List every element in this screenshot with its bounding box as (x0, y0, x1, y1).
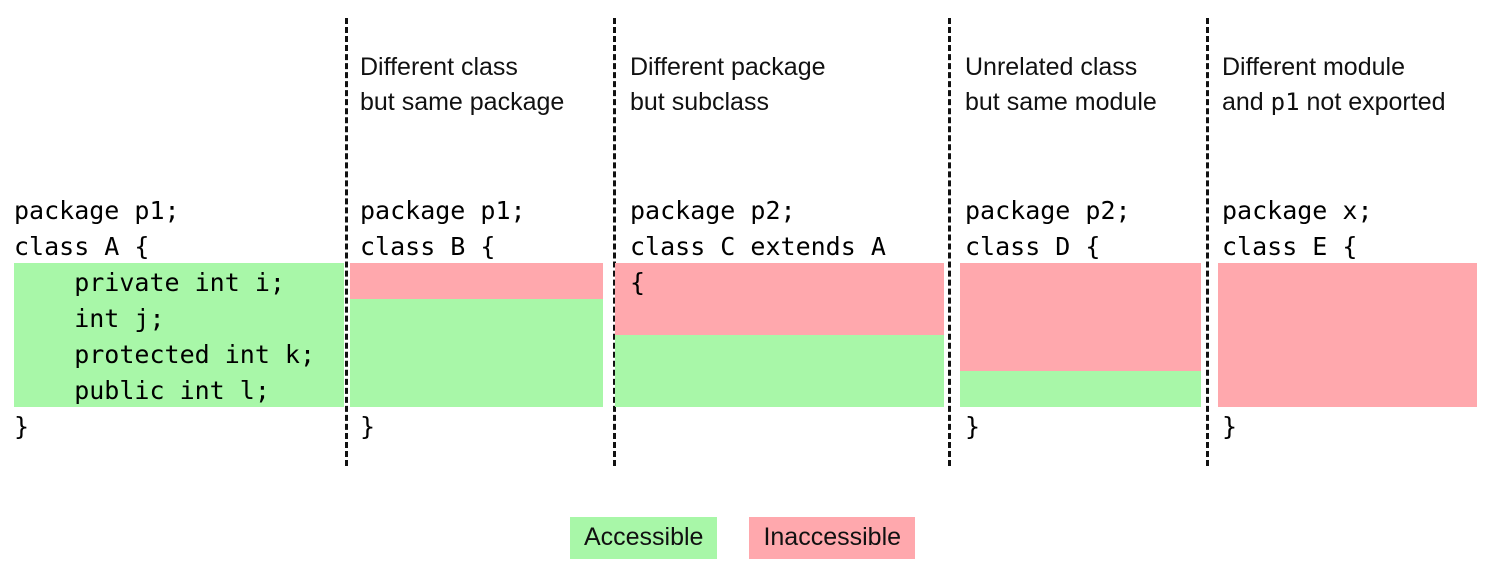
band-e-row-0 (1218, 263, 1477, 299)
band-b-row-1 (350, 299, 603, 335)
code-c-head: package p2; class C extends A (630, 196, 886, 261)
column-e-header-line2-mono: p1 (1270, 88, 1300, 116)
band-e-row-2 (1218, 335, 1477, 371)
code-c-body: { (630, 268, 646, 297)
column-c-header: Different package but subclass (630, 50, 826, 120)
column-d-header-line2: but same module (965, 88, 1157, 116)
code-a-body: private int i; int j; protected int k; p… (74, 268, 316, 405)
column-e-header-line1: Different module (1222, 53, 1405, 81)
band-b-row-2 (350, 335, 603, 371)
column-b-header-line1: Different class (360, 53, 518, 81)
band-d-row-0 (960, 263, 1201, 299)
column-d-header: Unrelated class but same module (965, 50, 1157, 120)
diagram-canvas: package p1; class A { private int i; int… (0, 0, 1485, 567)
column-divider-3 (948, 18, 951, 466)
band-c-row-3 (615, 371, 944, 407)
band-b-row-0 (350, 263, 603, 299)
band-c-row-1 (615, 299, 944, 335)
code-d-head: package p2; class D { (965, 196, 1131, 261)
band-b-row-3 (350, 371, 603, 407)
code-b-head: package p1; class B { (360, 196, 526, 261)
band-d-row-1 (960, 299, 1201, 335)
band-d-row-2 (960, 335, 1201, 371)
band-d-row-3 (960, 371, 1201, 407)
code-a-tail: } (14, 412, 30, 441)
code-e-head: package x; class E { (1222, 196, 1373, 261)
column-b-header: Different class but same package (360, 50, 564, 120)
legend: Accessible Inaccessible (0, 517, 1485, 559)
band-c-row-0 (615, 263, 944, 299)
code-e-tail: } (1222, 412, 1238, 441)
column-c-header-line1: Different package (630, 53, 826, 81)
code-a-head: package p1; class A { (14, 196, 180, 261)
band-c-row-2 (615, 335, 944, 371)
legend-accessible: Accessible (569, 517, 718, 559)
column-c-header-line2: but subclass (630, 88, 769, 116)
column-e-header: Different module and p1 not exported (1222, 50, 1446, 120)
code-d-tail: } (965, 412, 981, 441)
column-divider-4 (1206, 18, 1209, 466)
band-e-row-1 (1218, 299, 1477, 335)
column-e-header-line2-post: not exported (1299, 88, 1446, 116)
column-b-header-line2: but same package (360, 88, 565, 116)
column-divider-1 (345, 18, 348, 466)
legend-inaccessible: Inaccessible (749, 517, 916, 559)
column-d-header-line1: Unrelated class (965, 53, 1138, 81)
code-b-tail: } (360, 412, 376, 441)
band-e-row-3 (1218, 371, 1477, 407)
column-e-header-line2-pre: and (1222, 88, 1271, 116)
